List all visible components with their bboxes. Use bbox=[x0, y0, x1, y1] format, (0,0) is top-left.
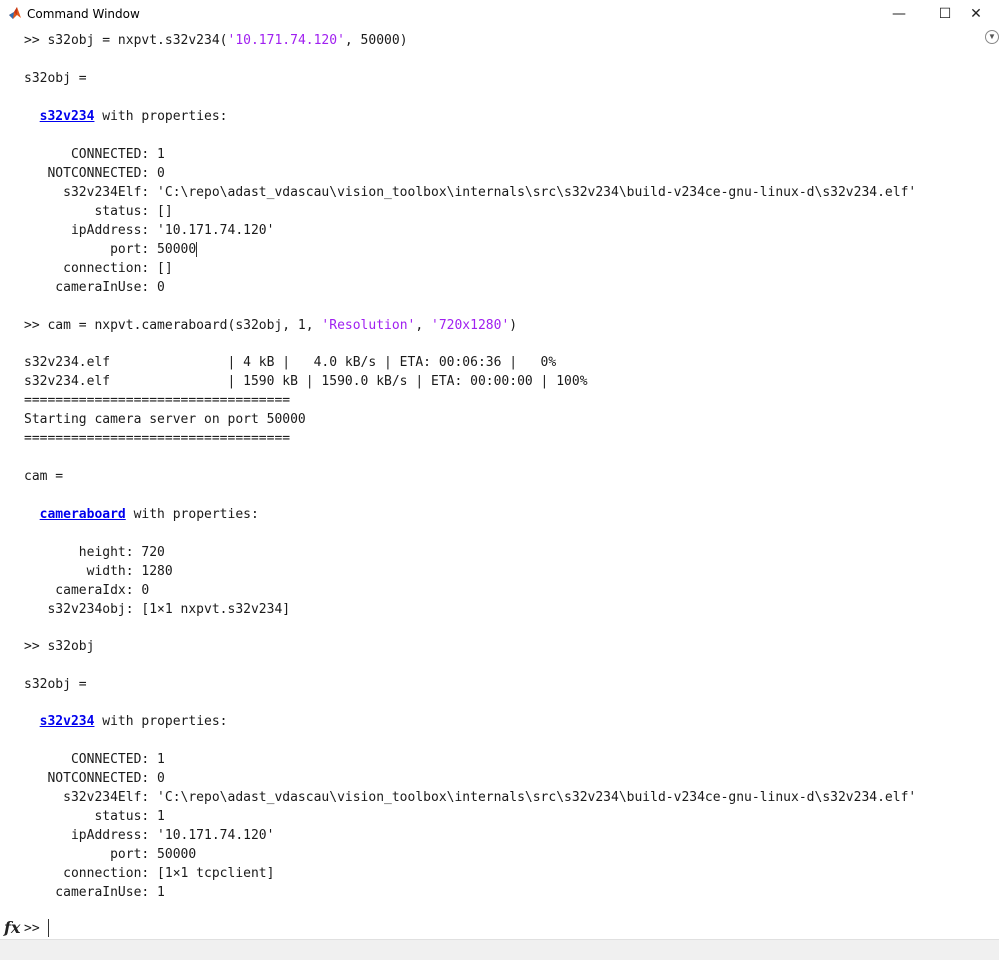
console-text: with properties: bbox=[94, 714, 228, 729]
command-text: ) bbox=[509, 318, 518, 333]
console-line: cameraboard with properties: bbox=[24, 505, 259, 524]
console-line: s32v234 with properties: bbox=[24, 107, 228, 126]
title-bar: Command Window — ☐ ✕ bbox=[0, 0, 999, 28]
property-line: connection: [] bbox=[24, 261, 173, 276]
function-browser-icon[interactable]: fx bbox=[4, 918, 20, 937]
property-line: NOTCONNECTED: 0 bbox=[24, 166, 165, 181]
window-title: Command Window bbox=[27, 7, 140, 21]
command-prompt: >> bbox=[24, 921, 40, 936]
property-line: s32v234Elf: 'C:\repo\adast_vdascau\visio… bbox=[24, 185, 917, 200]
console-line: >> s32obj = nxpvt.s32v234('10.171.74.120… bbox=[24, 31, 408, 50]
property-line: status: [] bbox=[24, 204, 173, 219]
console-text: with properties: bbox=[94, 109, 228, 124]
minimize-button[interactable]: — bbox=[876, 0, 922, 28]
property-line: cameraInUse: 0 bbox=[24, 280, 165, 295]
console-line: s32obj = bbox=[24, 71, 87, 86]
property-line: width: 1280 bbox=[24, 564, 173, 579]
property-line: cameraInUse: 1 bbox=[24, 885, 165, 900]
console-line: Starting camera server on port 50000 bbox=[24, 412, 306, 427]
transfer-progress-line: s32v234.elf | 1590 kB | 1590.0 kB/s | ET… bbox=[24, 374, 588, 389]
console-line: >> s32obj bbox=[24, 639, 95, 654]
console-text: with properties: bbox=[125, 507, 259, 522]
separator-line: ================================== bbox=[24, 393, 291, 408]
class-link[interactable]: s32v234 bbox=[40, 109, 95, 124]
close-button[interactable]: ✕ bbox=[953, 0, 999, 28]
separator-line: ================================== bbox=[24, 431, 291, 446]
property-line: CONNECTED: 1 bbox=[24, 752, 165, 767]
status-bar bbox=[0, 940, 999, 960]
console-line: s32v234 with properties: bbox=[24, 712, 228, 731]
console-line: cam = bbox=[24, 469, 64, 484]
console-line: s32obj = bbox=[24, 677, 87, 692]
window-options-icon[interactable]: ▼ bbox=[985, 30, 999, 44]
class-link[interactable]: cameraboard bbox=[40, 507, 126, 522]
command-text: >> cam = nxpvt.cameraboard(s32obj, 1, bbox=[24, 318, 322, 333]
string-literal: '10.171.74.120' bbox=[227, 33, 345, 48]
string-literal: '720x1280' bbox=[431, 318, 510, 333]
console-line: >> cam = nxpvt.cameraboard(s32obj, 1, 'R… bbox=[24, 316, 517, 335]
console-text: port: 50000 bbox=[24, 242, 197, 257]
property-line: CONNECTED: 1 bbox=[24, 147, 165, 162]
property-line: status: 1 bbox=[24, 809, 165, 824]
command-text: , bbox=[415, 318, 431, 333]
command-input[interactable] bbox=[48, 919, 49, 937]
command-text: >> s32obj = nxpvt.s32v234( bbox=[24, 33, 228, 48]
class-link[interactable]: s32v234 bbox=[40, 714, 95, 729]
string-literal: 'Resolution' bbox=[321, 318, 416, 333]
property-line: port: 50000 bbox=[24, 240, 198, 259]
matlab-logo-icon bbox=[9, 7, 21, 19]
command-text: , 50000) bbox=[344, 33, 408, 48]
transfer-progress-line: s32v234.elf | 4 kB | 4.0 kB/s | ETA: 00:… bbox=[24, 355, 557, 370]
property-line: connection: [1×1 tcpclient] bbox=[24, 866, 275, 881]
property-line: cameraIdx: 0 bbox=[24, 583, 150, 598]
property-line: NOTCONNECTED: 0 bbox=[24, 771, 165, 786]
property-line: ipAddress: '10.171.74.120' bbox=[24, 223, 275, 238]
property-line: height: 720 bbox=[24, 545, 165, 560]
text-cursor bbox=[196, 242, 198, 257]
property-line: port: 50000 bbox=[24, 847, 197, 862]
property-line: s32v234obj: [1×1 nxpvt.s32v234] bbox=[24, 602, 291, 617]
property-line: ipAddress: '10.171.74.120' bbox=[24, 828, 275, 843]
property-line: s32v234Elf: 'C:\repo\adast_vdascau\visio… bbox=[24, 790, 917, 805]
